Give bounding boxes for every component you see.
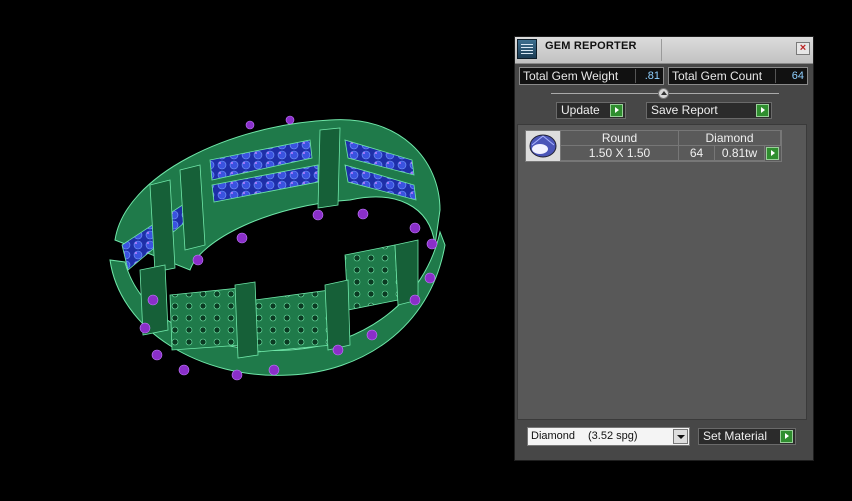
total-gem-count-label: Total Gem Count <box>672 69 763 83</box>
green-play-icon <box>780 430 793 443</box>
material-dropdown[interactable]: Diamond (3.52 spg) <box>527 427 690 446</box>
panel-titlebar[interactable]: GEM REPORTER × <box>515 37 813 64</box>
gem-row-go-button[interactable] <box>766 147 779 160</box>
gem-material-cell: Diamond <box>679 131 781 146</box>
save-report-button[interactable]: Save Report <box>646 102 772 119</box>
green-play-icon <box>610 104 623 117</box>
set-material-button-label: Set Material <box>703 429 768 443</box>
material-dropdown-name: Diamond <box>531 430 576 442</box>
total-gem-weight-field: Total Gem Weight .81 <box>519 67 664 85</box>
close-icon[interactable]: × <box>796 42 810 55</box>
gem-size-cell: 1.50 X 1.50 <box>561 146 679 161</box>
update-button-label: Update <box>561 103 600 117</box>
set-material-button[interactable]: Set Material <box>698 428 796 445</box>
green-play-icon <box>756 104 769 117</box>
gem-weight-cell: 0.81tw <box>715 146 765 161</box>
gem-shape-cell: Round <box>561 131 679 146</box>
update-button[interactable]: Update <box>556 102 626 119</box>
gem-row[interactable]: Round Diamond 1.50 X 1.50 64 0.81tw <box>525 130 782 162</box>
total-gem-weight-label: Total Gem Weight <box>523 69 619 83</box>
save-report-button-label: Save Report <box>651 103 718 117</box>
round-gem-icon <box>526 131 561 161</box>
gem-count-cell: 64 <box>679 146 715 161</box>
gem-list[interactable]: Round Diamond 1.50 X 1.50 64 0.81tw <box>517 124 807 420</box>
gem-reporter-panel: GEM REPORTER × Total Gem Weight .81 Tota… <box>514 36 814 461</box>
panel-title: GEM REPORTER <box>545 40 637 52</box>
material-dropdown-spg: (3.52 spg) <box>588 430 638 442</box>
slider-handle[interactable] <box>658 88 669 99</box>
total-gem-weight-value: .81 <box>635 69 664 83</box>
titlebar-divider <box>661 39 662 61</box>
total-gem-count-field: Total Gem Count 64 <box>668 67 808 85</box>
gem-reporter-app-icon <box>517 39 537 59</box>
total-gem-count-value: 64 <box>775 69 808 83</box>
chevron-down-icon[interactable] <box>673 429 688 444</box>
